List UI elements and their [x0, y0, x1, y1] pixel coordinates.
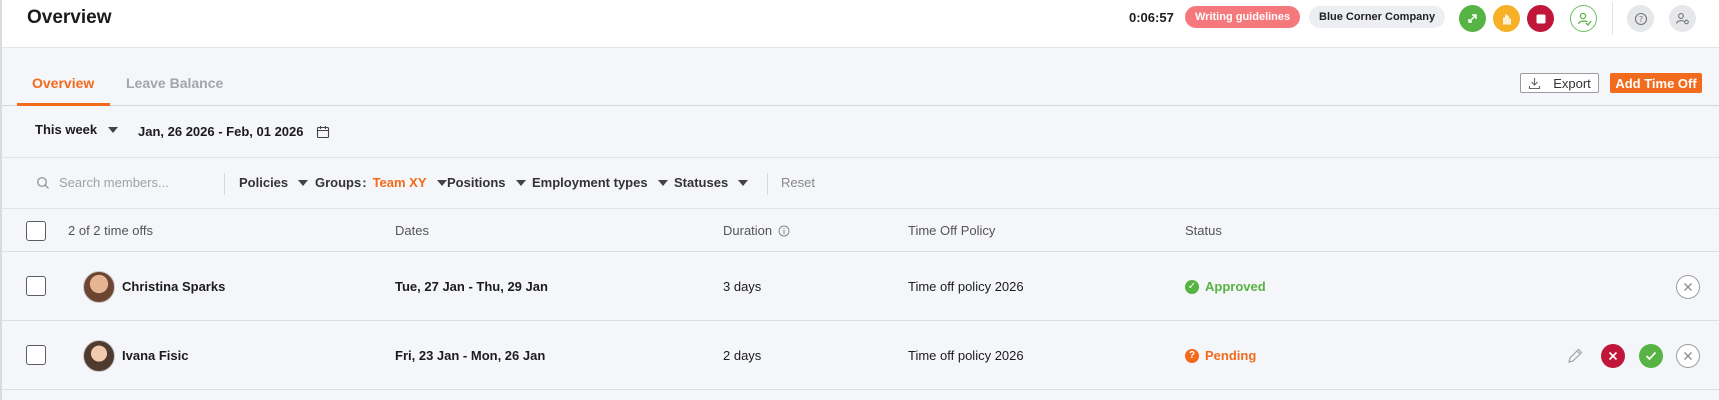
search-input[interactable]: Search members...: [59, 175, 169, 190]
company-selector[interactable]: Blue Corner Company: [1309, 6, 1446, 28]
top-bar: Overview 0:06:57 Writing guidelines Blue…: [2, 0, 1719, 48]
member-name[interactable]: Ivana Fisic: [122, 348, 188, 363]
export-button[interactable]: Export: [1520, 73, 1599, 93]
cancel-time-off-button[interactable]: [1676, 344, 1700, 368]
column-status[interactable]: Status: [1185, 223, 1222, 238]
filter-bar: Search members... Policies Groups: Team X…: [2, 158, 1719, 209]
pencil-icon: [1568, 348, 1583, 363]
filter-positions[interactable]: Positions: [447, 175, 526, 190]
table-row[interactable]: Ivana Fisic Fri, 23 Jan - Mon, 26 Jan 2 …: [2, 321, 1719, 390]
account-settings-button[interactable]: [1669, 5, 1696, 32]
period-bar: This week Jan, 26 2026 - Feb, 01 2026: [2, 107, 1719, 158]
user-settings-icon: [1675, 13, 1689, 25]
filter-policies[interactable]: Policies: [239, 175, 309, 190]
date-range-label: Jan, 26 2026 - Feb, 01 2026: [138, 124, 304, 139]
hand-icon: [1502, 13, 1511, 25]
filter-statuses-label: Statuses: [674, 175, 729, 190]
timer: 0:06:57: [1129, 10, 1174, 25]
result-count: 2 of 2 time offs: [68, 223, 154, 238]
row-dates: Fri, 23 Jan - Mon, 26 Jan: [395, 348, 546, 363]
row-duration: 3 days: [723, 279, 762, 294]
time-off-page: Overview 0:06:57 Writing guidelines Blue…: [0, 0, 1719, 400]
active-tab-indicator: [17, 103, 110, 106]
search-icon: [37, 176, 49, 189]
table-header: 2 of 2 time offs Dates Duration Time Off…: [2, 210, 1719, 252]
user-check-icon: [1577, 12, 1592, 26]
row-duration: 2 days: [723, 348, 762, 363]
filter-employment-types[interactable]: Employment types: [532, 175, 668, 190]
close-icon: [1684, 283, 1692, 291]
date-range-picker[interactable]: Jan, 26 2026 - Feb, 01 2026: [138, 124, 330, 139]
user-status-button[interactable]: [1570, 5, 1597, 32]
select-all-checkbox[interactable]: [26, 221, 46, 241]
row-checkbox[interactable]: [26, 345, 46, 365]
filter-employment-types-label: Employment types: [532, 175, 648, 190]
page-title: Overview: [27, 7, 112, 28]
reject-button[interactable]: [1601, 344, 1625, 368]
status-label: Pending: [1205, 348, 1257, 363]
switch-task-button[interactable]: [1459, 5, 1486, 32]
row-policy: Time off policy 2026: [908, 279, 1024, 294]
avatar: [83, 340, 115, 372]
close-icon: [1684, 352, 1692, 360]
info-icon: [778, 225, 790, 236]
switch-icon: [1467, 13, 1477, 23]
member-name[interactable]: Christina Sparks: [122, 279, 225, 294]
close-icon: [1608, 351, 1618, 361]
check-circle-icon: ✓: [1185, 279, 1199, 294]
filter-groups-separator: :: [362, 175, 367, 190]
approve-button[interactable]: [1639, 344, 1663, 368]
table-row[interactable]: Christina Sparks Tue, 27 Jan - Thu, 29 J…: [2, 252, 1719, 321]
help-button[interactable]: ?: [1627, 5, 1654, 32]
reset-filters-button[interactable]: Reset: [781, 175, 815, 190]
chevron-down-icon: [436, 179, 447, 186]
tab-overview[interactable]: Overview: [32, 75, 94, 91]
download-icon: [1529, 77, 1541, 89]
chevron-down-icon: [657, 179, 668, 186]
row-dates: Tue, 27 Jan - Thu, 29 Jan: [395, 279, 548, 294]
column-dates[interactable]: Dates: [395, 223, 429, 238]
filter-divider: [767, 173, 768, 195]
add-time-off-button[interactable]: Add Time Off: [1610, 73, 1702, 93]
chevron-down-icon: [298, 179, 309, 186]
row-checkbox[interactable]: [26, 276, 46, 296]
calendar-icon: [316, 125, 329, 138]
chevron-down-icon: [738, 179, 749, 186]
header-divider: [1612, 2, 1613, 35]
export-label: Export: [1553, 75, 1591, 91]
filter-groups[interactable]: Groups: Team XY: [315, 175, 447, 190]
status-badge: ? Pending: [1185, 348, 1256, 363]
column-duration-label: Duration: [723, 223, 773, 238]
status-label: Approved: [1205, 279, 1266, 294]
edit-button[interactable]: [1563, 344, 1587, 368]
chevron-down-icon: [515, 179, 526, 186]
stop-icon: [1536, 14, 1545, 23]
period-selector[interactable]: This week: [35, 122, 119, 137]
tabs-bar: Overview Leave Balance Export Add Time O…: [2, 48, 1719, 106]
break-button[interactable]: [1493, 5, 1520, 32]
filter-groups-value: Team XY: [372, 175, 427, 190]
filter-policies-label: Policies: [239, 175, 289, 190]
cancel-time-off-button[interactable]: [1676, 275, 1700, 299]
filter-positions-label: Positions: [447, 175, 506, 190]
column-policy[interactable]: Time Off Policy: [908, 223, 995, 238]
writing-guidelines-button[interactable]: Writing guidelines: [1185, 6, 1301, 28]
filter-statuses[interactable]: Statuses: [674, 175, 749, 190]
search-box[interactable]: Search members...: [36, 175, 169, 190]
alert-circle-icon: ?: [1185, 348, 1199, 363]
filter-divider: [224, 173, 225, 195]
stop-button[interactable]: [1527, 5, 1554, 32]
status-badge: ✓ Approved: [1185, 279, 1266, 294]
chevron-down-icon: [108, 126, 119, 133]
column-duration[interactable]: Duration: [723, 223, 790, 238]
tab-leave-balance[interactable]: Leave Balance: [126, 75, 223, 91]
help-icon: ?: [1634, 12, 1647, 25]
svg-text:?: ?: [1638, 15, 1642, 24]
row-policy: Time off policy 2026: [908, 348, 1024, 363]
period-selector-label: This week: [35, 122, 98, 137]
avatar: [83, 271, 115, 303]
filter-groups-label: Groups: [315, 175, 362, 190]
check-icon: [1645, 351, 1657, 361]
